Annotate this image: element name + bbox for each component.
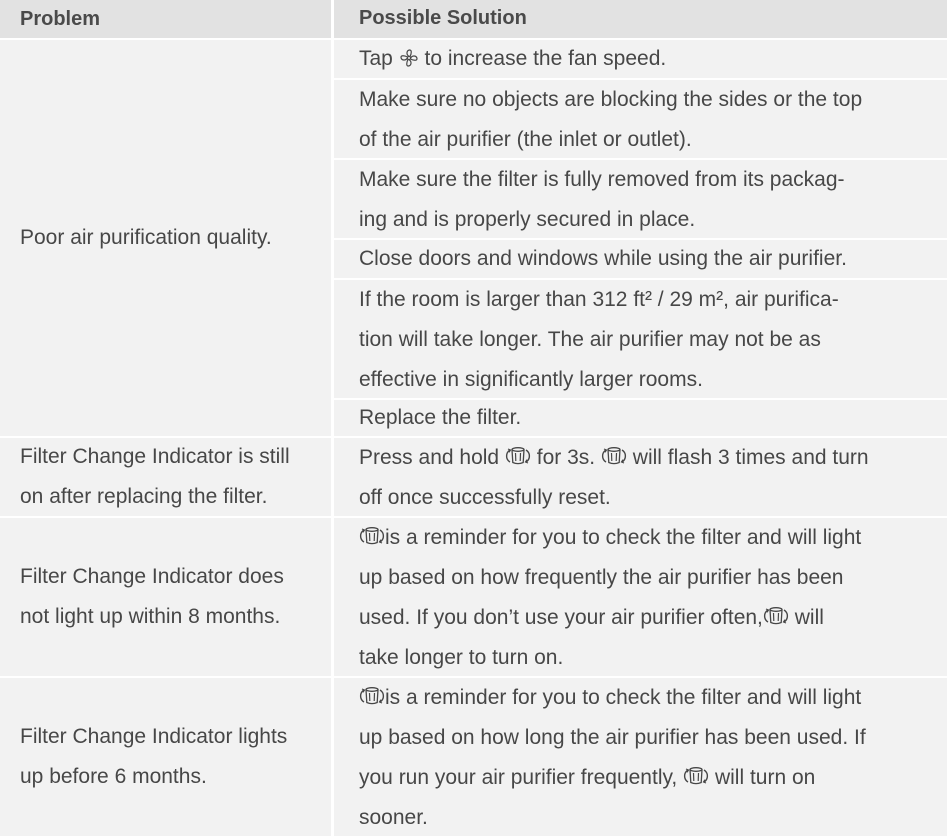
filter-change-icon bbox=[763, 605, 789, 627]
solution-text: Press and hold bbox=[359, 446, 505, 469]
solution-line: tion will take longer. The air purifier … bbox=[359, 328, 821, 351]
solution-text: you run your air purifier frequently, bbox=[359, 766, 684, 789]
solution-text: will flash 3 times and turn bbox=[626, 446, 869, 469]
solution-text: is a reminder for you to check the filte… bbox=[385, 526, 862, 549]
problem-line: on after replacing the filter. bbox=[20, 485, 268, 508]
header-problem-label: Problem bbox=[20, 8, 101, 30]
solution-text: Tap bbox=[359, 47, 399, 70]
problem-cell-indicator-still-on: Filter Change Indicator is still on afte… bbox=[0, 438, 331, 516]
solution-line: Close doors and windows while using the … bbox=[359, 247, 847, 270]
header-solution-label: Possible Solution bbox=[359, 7, 527, 29]
filter-change-icon bbox=[359, 685, 385, 707]
solution-line: up based on how long the air purifier ha… bbox=[359, 726, 866, 749]
problem-line: Filter Change Indicator does bbox=[20, 565, 284, 588]
solution-line: Replace the filter. bbox=[359, 406, 522, 429]
solution-line: effective in significantly larger rooms. bbox=[359, 368, 703, 391]
solution-reminder-8-months: is a reminder for you to check the filte… bbox=[334, 518, 947, 676]
solution-replace-filter: Replace the filter. bbox=[334, 400, 947, 436]
solution-reset-indicator: Press and hold for 3s. will flash 3 time… bbox=[334, 438, 947, 516]
solution-line: Make sure no objects are blocking the si… bbox=[359, 88, 863, 111]
solution-text: used. If you don’t use your air purifier… bbox=[359, 606, 763, 629]
problem-cell-poor-quality: Poor air purification quality. bbox=[0, 40, 331, 436]
solution-text: for 3s. bbox=[530, 446, 601, 469]
solution-line: of the air purifier (the inlet or outlet… bbox=[359, 128, 692, 151]
problem-line: Filter Change Indicator is still bbox=[20, 445, 290, 468]
solution-line: up based on how frequently the air purif… bbox=[359, 566, 844, 589]
solution-line: ing and is properly secured in place. bbox=[359, 208, 696, 231]
solution-text: to increase the fan speed. bbox=[418, 47, 667, 70]
solution-fan-speed: Tap to increase the fan speed. bbox=[334, 40, 947, 78]
filter-change-icon bbox=[505, 445, 531, 467]
solution-no-blocking: Make sure no objects are blocking the si… bbox=[334, 80, 947, 158]
solution-text: will turn on bbox=[709, 766, 816, 789]
problem-cell-not-light-8-months: Filter Change Indicator does not light u… bbox=[0, 518, 331, 676]
filter-change-icon bbox=[601, 445, 627, 467]
filter-change-icon bbox=[359, 525, 385, 547]
solution-line: off once successfully reset. bbox=[359, 486, 611, 509]
solution-line: Make sure the filter is fully removed fr… bbox=[359, 168, 845, 191]
solution-line: If the room is larger than 312 ft² / 29 … bbox=[359, 288, 839, 311]
troubleshooting-table: Problem Possible Solution Poor air purif… bbox=[0, 0, 947, 836]
solution-text: is a reminder for you to check the filte… bbox=[385, 686, 862, 709]
solution-remove-packaging: Make sure the filter is fully removed fr… bbox=[334, 160, 947, 238]
solution-close-doors: Close doors and windows while using the … bbox=[334, 240, 947, 278]
problem-line: not light up within 8 months. bbox=[20, 605, 281, 628]
solution-reminder-6-months: is a reminder for you to check the filte… bbox=[334, 678, 947, 836]
solution-room-size: If the room is larger than 312 ft² / 29 … bbox=[334, 280, 947, 398]
header-problem: Problem bbox=[0, 0, 331, 38]
problem-text: Poor air purification quality. bbox=[20, 226, 272, 249]
problem-cell-lights-before-6-months: Filter Change Indicator lights up before… bbox=[0, 678, 331, 836]
problem-line: Filter Change Indicator lights bbox=[20, 725, 288, 748]
solution-line: take longer to turn on. bbox=[359, 646, 564, 669]
solution-text: will bbox=[788, 606, 824, 629]
filter-change-icon bbox=[683, 765, 709, 787]
solution-line: sooner. bbox=[359, 806, 428, 829]
problem-line: up before 6 months. bbox=[20, 765, 207, 788]
fan-icon bbox=[399, 48, 419, 68]
header-solution: Possible Solution bbox=[334, 0, 947, 38]
